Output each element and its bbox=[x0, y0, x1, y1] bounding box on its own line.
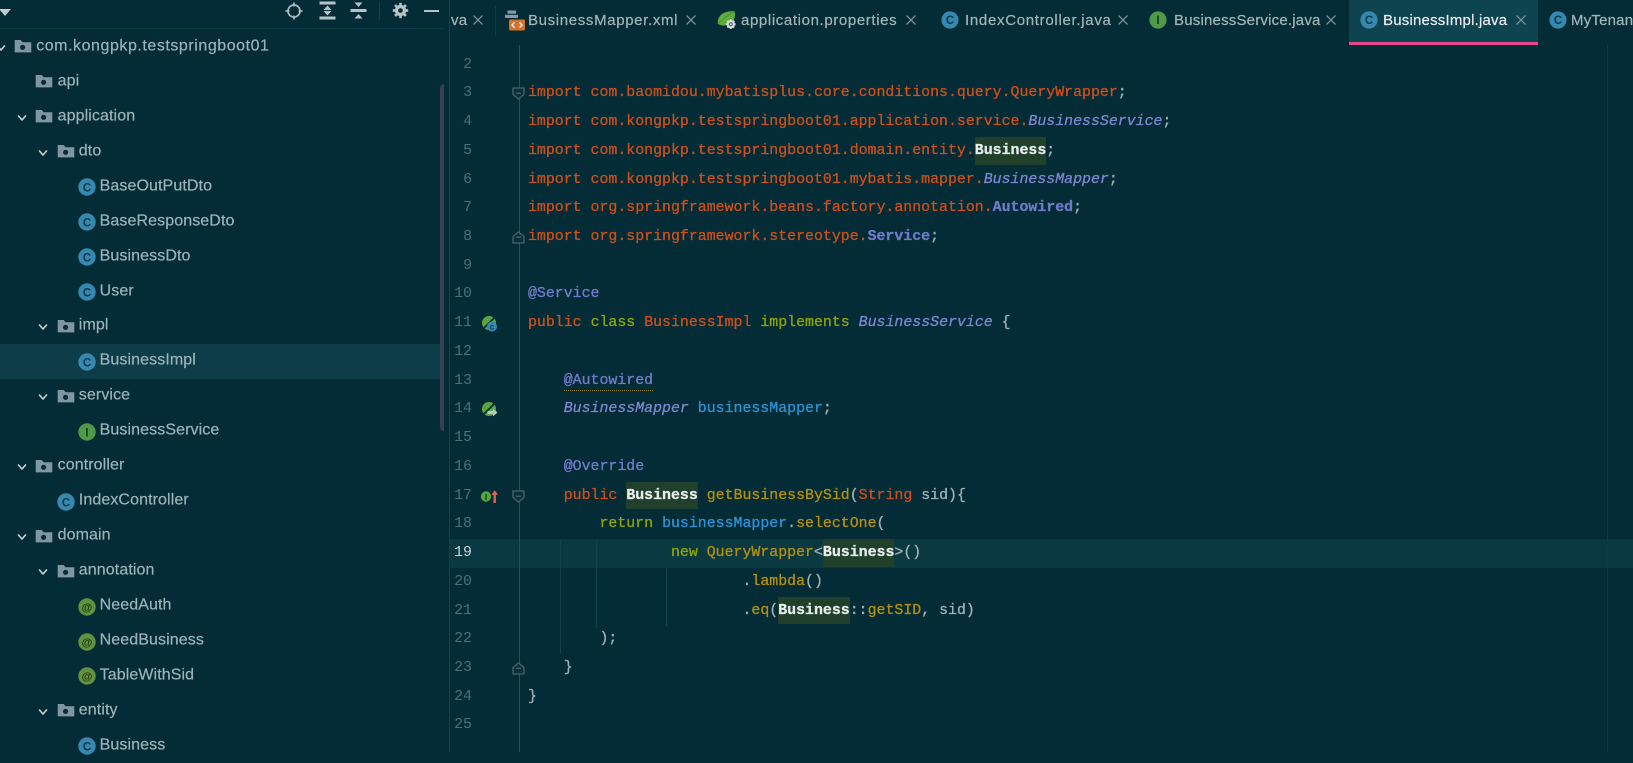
svg-text:c: c bbox=[490, 323, 495, 332]
svg-text:C: C bbox=[83, 182, 91, 194]
svg-text:C: C bbox=[1554, 15, 1562, 27]
svg-text:I: I bbox=[1156, 15, 1159, 27]
svg-text:C: C bbox=[83, 252, 91, 264]
svg-text:C: C bbox=[83, 357, 91, 369]
svg-text:I: I bbox=[85, 427, 88, 439]
svg-text:@: @ bbox=[81, 671, 92, 683]
svg-text:C: C bbox=[83, 287, 91, 299]
svg-text:C: C bbox=[1365, 15, 1373, 27]
svg-text:@: @ bbox=[81, 637, 92, 649]
svg-text:C: C bbox=[83, 217, 91, 229]
svg-text:C: C bbox=[946, 15, 954, 27]
svg-text:I: I bbox=[485, 492, 487, 502]
svg-text:C: C bbox=[61, 497, 69, 509]
svg-text:@: @ bbox=[81, 602, 92, 614]
